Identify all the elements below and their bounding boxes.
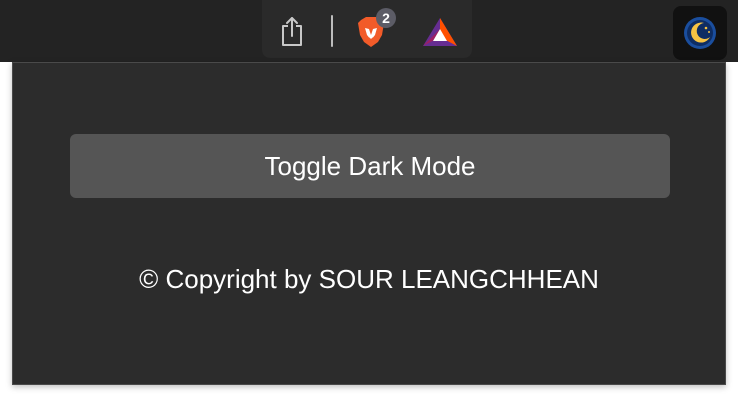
shields-count-badge: 2 [376, 8, 396, 28]
browser-toolbar: 2 [0, 0, 738, 62]
share-icon [282, 17, 302, 46]
bat-triangle-icon [423, 18, 457, 46]
dark-mode-extension-button[interactable] [673, 6, 727, 60]
toolbar-divider [331, 15, 333, 47]
copyright-text: © Copyright by SOUR LEANGCHHEAN [139, 264, 599, 294]
extension-popup: Toggle Dark Mode © Copyright by SOUR LEA… [12, 62, 726, 385]
share-button[interactable] [276, 14, 308, 48]
screen: 2 Toggle Dark Mode © Copyright by SOUR L… [0, 0, 738, 400]
toggle-dark-mode-button[interactable]: Toggle Dark Mode [70, 134, 670, 198]
moon-dark-mode-icon [684, 17, 716, 49]
brave-rewards-button[interactable] [421, 15, 459, 49]
